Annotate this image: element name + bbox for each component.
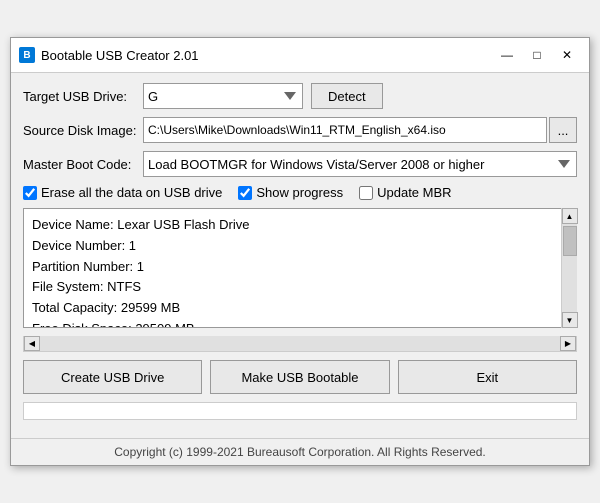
minimize-button[interactable]: — <box>493 44 521 66</box>
scroll-left-arrow[interactable]: ◀ <box>24 336 40 351</box>
scroll-track <box>562 224 577 312</box>
target-select[interactable]: G <box>143 83 303 109</box>
progress-checkbox[interactable] <box>238 186 252 200</box>
button-row: Create USB Drive Make USB Bootable Exit <box>23 360 577 394</box>
boot-controls: Load BOOTMGR for Windows Vista/Server 20… <box>143 151 577 177</box>
horizontal-scrollbar[interactable]: ◀ ▶ <box>23 336 577 352</box>
detect-button[interactable]: Detect <box>311 83 383 109</box>
progress-checkbox-item: Show progress <box>238 185 343 200</box>
target-label: Target USB Drive: <box>23 89 143 104</box>
boot-row: Master Boot Code: Load BOOTMGR for Windo… <box>23 151 577 177</box>
update-label[interactable]: Update MBR <box>377 185 451 200</box>
maximize-button[interactable]: □ <box>523 44 551 66</box>
source-label: Source Disk Image: <box>23 123 143 138</box>
boot-label: Master Boot Code: <box>23 157 143 172</box>
erase-checkbox-item: Erase all the data on USB drive <box>23 185 222 200</box>
scroll-up-arrow[interactable]: ▲ <box>562 208 578 224</box>
window-controls: — □ ✕ <box>493 44 581 66</box>
target-controls: G Detect <box>143 83 577 109</box>
create-usb-button[interactable]: Create USB Drive <box>23 360 202 394</box>
copyright-text: Copyright (c) 1999-2021 Bureausoft Corpo… <box>114 445 486 459</box>
update-checkbox-item: Update MBR <box>359 185 451 200</box>
target-row: Target USB Drive: G Detect <box>23 83 577 109</box>
main-window: B Bootable USB Creator 2.01 — □ ✕ Target… <box>10 37 590 466</box>
scroll-thumb[interactable] <box>563 226 577 256</box>
info-line-3: Partition Number: 1 <box>32 257 556 278</box>
source-input[interactable] <box>143 117 547 143</box>
source-controls: ... <box>143 117 577 143</box>
vertical-scrollbar[interactable]: ▲ ▼ <box>561 208 577 328</box>
info-line-6: Free Disk Space: 29509 MB <box>32 319 556 328</box>
info-line-5: Total Capacity: 29599 MB <box>32 298 556 319</box>
exit-button[interactable]: Exit <box>398 360 577 394</box>
info-line-2: Device Number: 1 <box>32 236 556 257</box>
update-checkbox[interactable] <box>359 186 373 200</box>
app-icon: B <box>19 47 35 63</box>
boot-select[interactable]: Load BOOTMGR for Windows Vista/Server 20… <box>143 151 577 177</box>
window-title: Bootable USB Creator 2.01 <box>41 48 493 63</box>
checkbox-row: Erase all the data on USB drive Show pro… <box>23 185 577 200</box>
hscroll-track <box>40 336 560 351</box>
progress-label[interactable]: Show progress <box>256 185 343 200</box>
erase-label[interactable]: Erase all the data on USB drive <box>41 185 222 200</box>
footer: Copyright (c) 1999-2021 Bureausoft Corpo… <box>11 438 589 465</box>
browse-button[interactable]: ... <box>549 117 577 143</box>
make-bootable-button[interactable]: Make USB Bootable <box>210 360 389 394</box>
erase-checkbox[interactable] <box>23 186 37 200</box>
info-line-4: File System: NTFS <box>32 277 556 298</box>
info-line-1: Device Name: Lexar USB Flash Drive <box>32 215 556 236</box>
close-button[interactable]: ✕ <box>553 44 581 66</box>
source-row: Source Disk Image: ... <box>23 117 577 143</box>
info-box-wrap: Device Name: Lexar USB Flash Drive Devic… <box>23 208 577 328</box>
scroll-down-arrow[interactable]: ▼ <box>562 312 578 328</box>
scroll-right-arrow[interactable]: ▶ <box>560 336 576 351</box>
title-bar: B Bootable USB Creator 2.01 — □ ✕ <box>11 38 589 73</box>
info-box: Device Name: Lexar USB Flash Drive Devic… <box>23 208 577 328</box>
content-area: Target USB Drive: G Detect Source Disk I… <box>11 73 589 438</box>
progress-bar <box>23 402 577 420</box>
